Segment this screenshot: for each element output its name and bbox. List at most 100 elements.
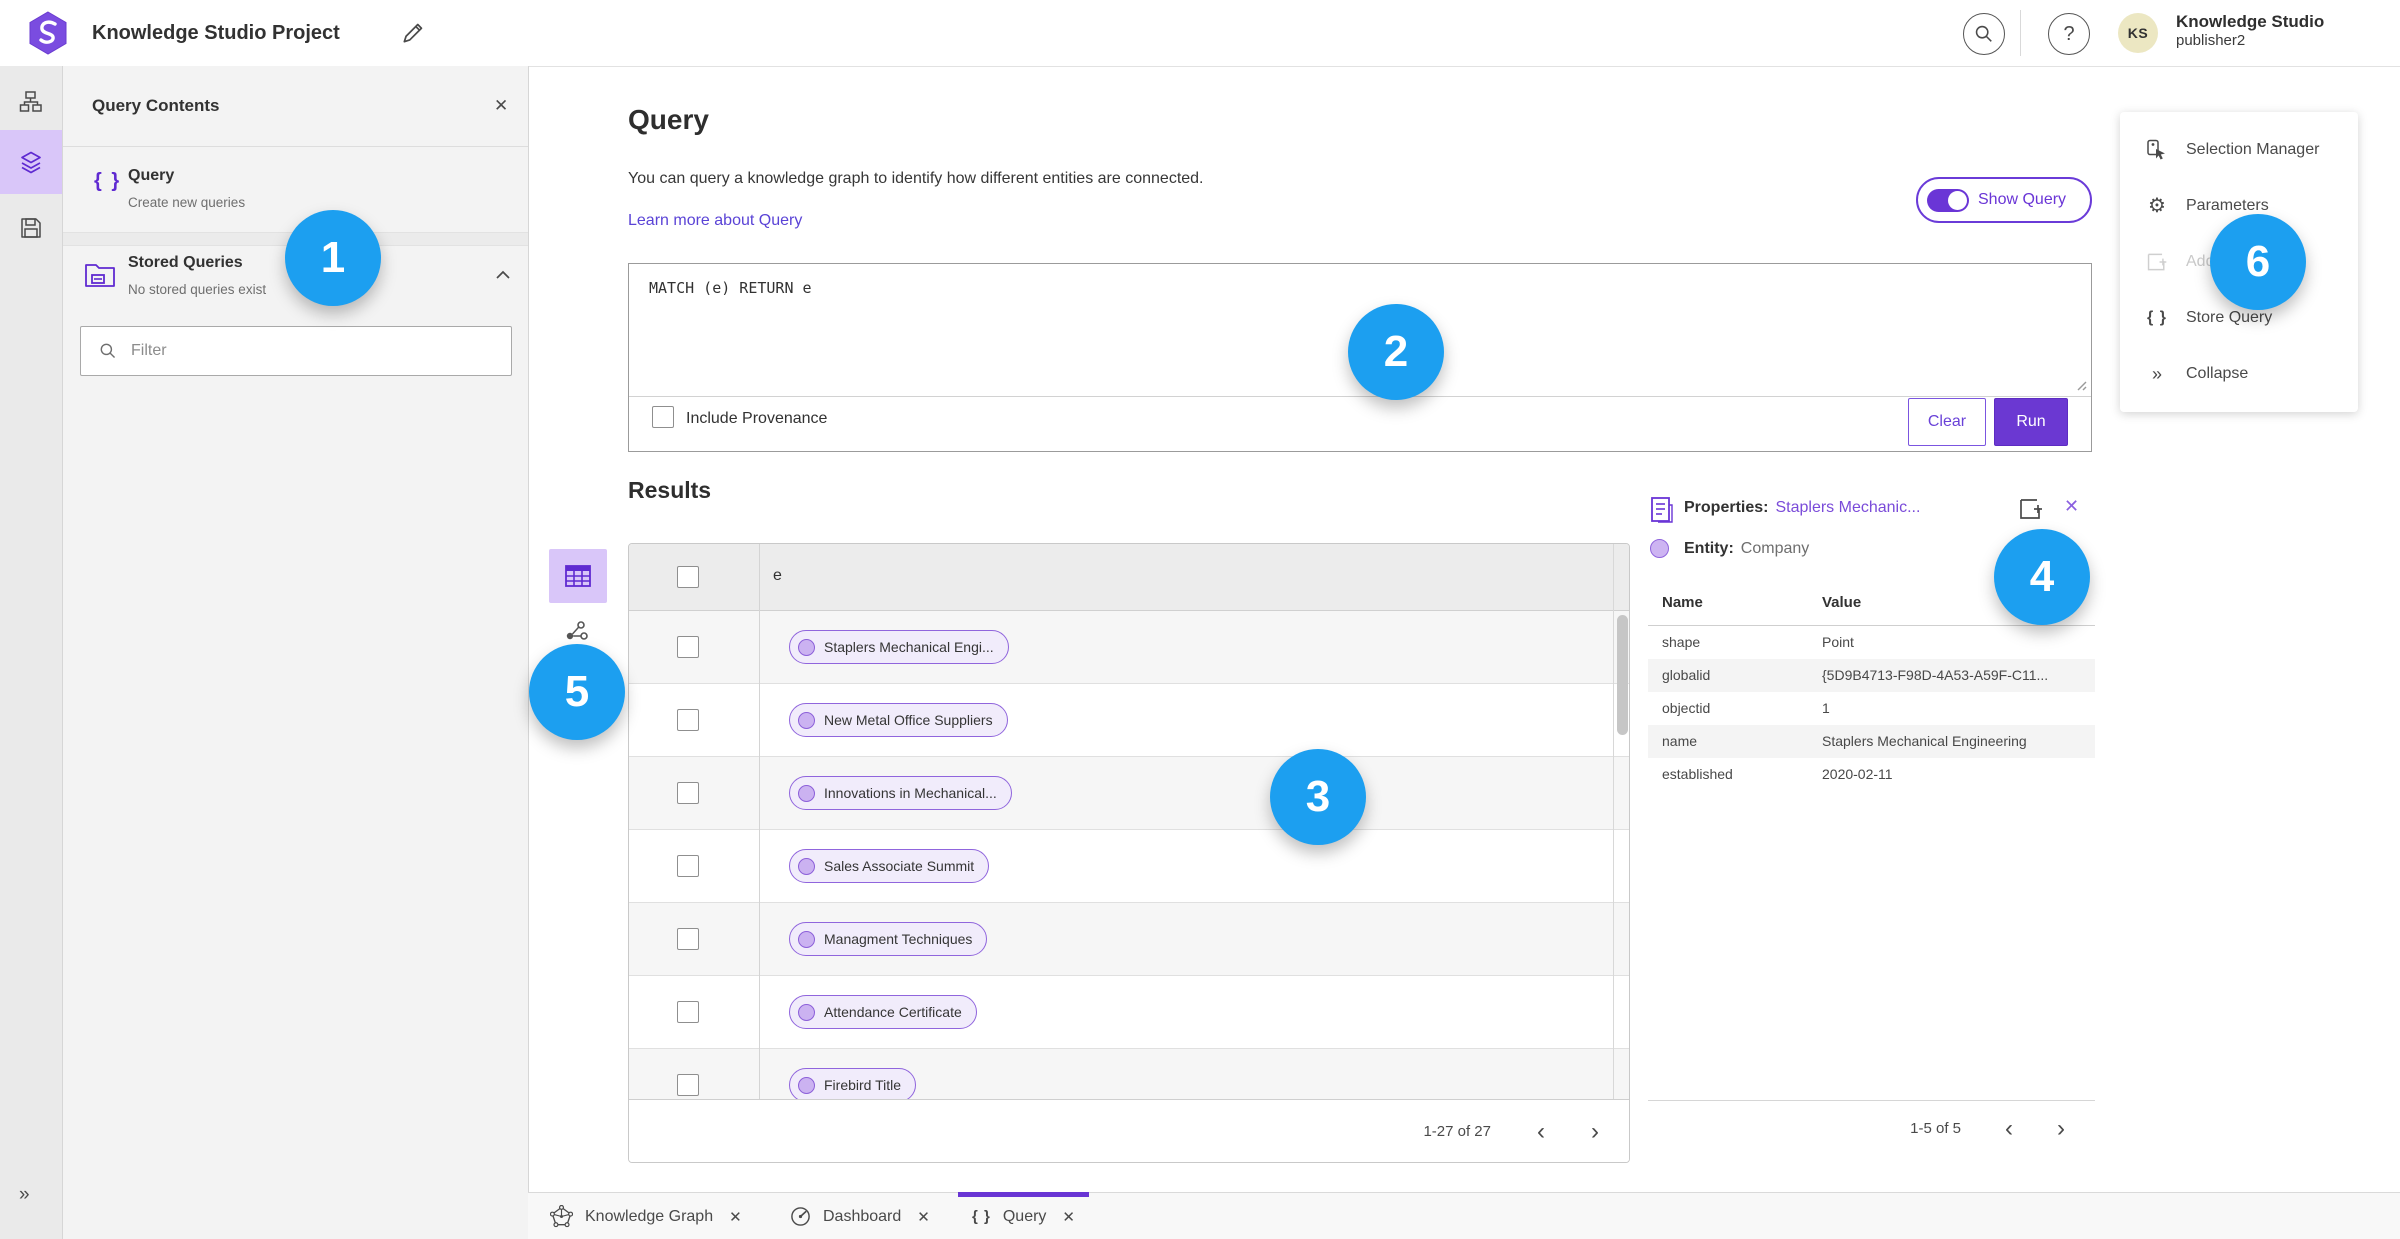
page-title: Knowledge Studio Project [92, 21, 340, 44]
row-checkbox[interactable] [677, 855, 699, 877]
tab-close-icon[interactable]: ✕ [1062, 1208, 1075, 1226]
table-row[interactable]: Staplers Mechanical Engi... [629, 611, 1629, 684]
row-checkbox[interactable] [677, 1001, 699, 1023]
entity-dot-icon [798, 857, 815, 875]
help-button[interactable]: ? [2048, 13, 2090, 55]
property-name: objectid [1662, 700, 1711, 716]
column-header-e[interactable]: e [773, 567, 782, 585]
entity-pill[interactable]: Sales Associate Summit [789, 849, 990, 883]
properties-footer: 1-5 of 5 ‹ › [1648, 1100, 2095, 1156]
braces-icon: { } [94, 170, 122, 192]
query-editor[interactable]: MATCH (e) RETURN e [649, 279, 812, 297]
annotation-badge-1: 1 [285, 210, 381, 306]
row-checkbox[interactable] [677, 928, 699, 950]
filter-field[interactable] [80, 326, 512, 376]
include-provenance-checkbox[interactable] [652, 406, 674, 428]
tab-close-icon[interactable]: ✕ [729, 1208, 742, 1226]
entity-pill-label: Firebird Title [824, 1077, 902, 1093]
resize-handle-icon[interactable] [2074, 378, 2087, 391]
data-model-icon[interactable] [19, 90, 43, 114]
property-name: established [1662, 766, 1733, 782]
stored-queries-folder-icon [85, 264, 115, 287]
table-row[interactable]: New Metal Office Suppliers [629, 684, 1629, 757]
results-heading: Results [628, 477, 712, 503]
tab-label: Query [1002, 1207, 1047, 1225]
entity-label: Entity: [1684, 540, 1734, 557]
table-row[interactable]: Managment Techniques [629, 903, 1629, 976]
property-row[interactable]: globalid {5D9B4713-F98D-4A53-A59F-C11... [1648, 659, 2095, 692]
toggle-knob [1948, 190, 1967, 210]
table-view-button[interactable] [549, 549, 607, 603]
property-row[interactable]: shape Point [1648, 626, 2095, 659]
add-to-selection-icon[interactable] [2018, 496, 2044, 522]
entity-pill[interactable]: Innovations in Mechanical... [789, 776, 1012, 810]
row-checkbox[interactable] [677, 636, 699, 658]
table-row[interactable]: Firebird Title [629, 1049, 1629, 1099]
annotation-badge-5: 5 [529, 644, 625, 740]
panel-close-icon[interactable]: ✕ [494, 96, 508, 116]
clear-button[interactable]: Clear [1908, 398, 1986, 446]
selection-manager-icon [2146, 139, 2168, 161]
tab-knowledge-graph[interactable]: Knowledge Graph ✕ [536, 1193, 756, 1239]
app-logo-icon[interactable] [28, 11, 68, 55]
properties-next-page-icon[interactable]: › [2057, 1116, 2065, 1140]
select-all-checkbox[interactable] [677, 566, 699, 588]
user-block[interactable]: Knowledge Studio publisher2 [2176, 11, 2324, 51]
entity-dot-icon [798, 930, 815, 948]
menu-item-label: Collapse [2186, 365, 2249, 382]
tab-query[interactable]: { } Query ✕ [958, 1192, 1089, 1239]
save-icon[interactable] [19, 216, 43, 240]
properties-pagination: 1-5 of 5 [1910, 1120, 1961, 1137]
avatar[interactable]: KS [2118, 13, 2158, 53]
results-prev-page-icon[interactable]: ‹ [1537, 1119, 1545, 1143]
properties-prev-page-icon[interactable]: ‹ [2005, 1116, 2013, 1140]
entity-pill[interactable]: Staplers Mechanical Engi... [789, 630, 1009, 664]
entity-type-row: Entity: Company [1684, 540, 1809, 558]
toggle-track [1927, 188, 1969, 212]
property-value: 1 [1822, 700, 1830, 716]
properties-selected-entity[interactable]: Staplers Mechanic... [1775, 499, 1920, 517]
properties-label: Properties: [1684, 499, 1769, 516]
menu-item-selection-manager[interactable]: Selection Manager [2120, 126, 2358, 174]
property-row[interactable]: name Staplers Mechanical Engineering [1648, 725, 2095, 758]
entity-pill[interactable]: Firebird Title [789, 1068, 917, 1099]
property-name: shape [1662, 634, 1701, 650]
menu-item-collapse[interactable]: » Collapse [2120, 350, 2358, 398]
filter-input[interactable] [129, 341, 463, 361]
property-value: 2020-02-11 [1822, 766, 1893, 782]
entity-dot-icon [798, 1076, 815, 1094]
annotation-badge-4: 4 [1994, 529, 2090, 625]
expand-rail-icon[interactable]: » [19, 1184, 30, 1206]
entity-pill[interactable]: Managment Techniques [789, 922, 988, 956]
layers-icon[interactable] [19, 150, 43, 174]
row-checkbox[interactable] [677, 1074, 699, 1096]
results-rows: Staplers Mechanical Engi... New Metal Of… [629, 611, 1629, 1099]
results-scrollbar-thumb[interactable] [1617, 615, 1628, 735]
property-row[interactable]: established 2020-02-11 [1648, 758, 2095, 791]
search-button[interactable] [1963, 13, 2005, 55]
property-value: Staplers Mechanical Engineering [1822, 733, 2027, 749]
table-row[interactable]: Attendance Certificate [629, 976, 1629, 1049]
tab-dashboard[interactable]: Dashboard ✕ [776, 1193, 944, 1239]
editor-divider [629, 396, 2091, 397]
row-checkbox[interactable] [677, 709, 699, 731]
user-name: Knowledge Studio [2176, 12, 2325, 31]
entity-pill[interactable]: Attendance Certificate [789, 995, 977, 1029]
properties-close-icon[interactable]: ✕ [2064, 496, 2079, 517]
results-next-page-icon[interactable]: › [1591, 1119, 1599, 1143]
entity-pill[interactable]: New Metal Office Suppliers [789, 703, 1008, 737]
add-icon [2146, 251, 2168, 273]
row-checkbox[interactable] [677, 782, 699, 804]
tab-close-icon[interactable]: ✕ [917, 1208, 930, 1226]
table-row[interactable]: Innovations in Mechanical... [629, 757, 1629, 830]
run-button[interactable]: Run [1994, 398, 2068, 446]
properties-title: Properties: Staplers Mechanic... [1684, 499, 1920, 517]
property-row[interactable]: objectid 1 [1648, 692, 2095, 725]
table-row[interactable]: Sales Associate Summit [629, 830, 1629, 903]
sidebar-item-query[interactable]: { } Query Create new queries [63, 147, 528, 232]
prop-col-value: Value [1822, 594, 1862, 611]
show-query-toggle[interactable]: Show Query [1916, 177, 2092, 223]
edit-title-pencil-icon[interactable] [400, 20, 426, 46]
chevron-up-icon[interactable] [495, 270, 511, 280]
learn-more-link[interactable]: Learn more about Query [628, 212, 802, 230]
